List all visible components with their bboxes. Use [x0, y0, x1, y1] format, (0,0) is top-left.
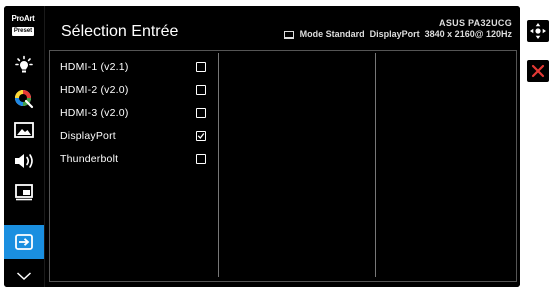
image-icon [14, 122, 34, 138]
sidebar-item-pip[interactable] [9, 178, 39, 206]
input-checkbox[interactable] [196, 108, 206, 118]
pip-icon [15, 184, 33, 201]
input-select-icon [15, 234, 33, 250]
proart-preset-logo[interactable]: ProArt Preset [9, 14, 37, 40]
page-title: Sélection Entrée [61, 23, 179, 40]
input-option[interactable]: HDMI-2 (v2.0) [50, 80, 218, 100]
input-option-label: Thunderbolt [60, 153, 119, 165]
status-mode: Mode Standard [299, 29, 365, 39]
color-icon [15, 90, 34, 109]
osd-menu: ProArt Preset Sélection Entrée ASUS PA32… [4, 6, 520, 287]
input-checkbox[interactable] [196, 154, 206, 164]
joystick-icon [530, 23, 546, 39]
checkmark-icon [197, 133, 205, 139]
logo-line2: Preset [11, 27, 35, 36]
input-list: HDMI-1 (v2.1) HDMI-2 (v2.0) HDMI-3 (v2.0… [50, 51, 218, 281]
sidebar-item-image[interactable] [9, 116, 39, 144]
brightness-icon [15, 55, 33, 73]
column-divider [218, 53, 219, 277]
close-icon [531, 64, 545, 78]
status-resolution: 3840 x 2160@ 120Hz [424, 29, 512, 39]
joystick-hint[interactable] [527, 20, 549, 42]
input-panel: HDMI-1 (v2.1) HDMI-2 (v2.0) HDMI-3 (v2.0… [49, 50, 517, 282]
input-checkbox[interactable] [196, 62, 206, 72]
sidebar: ProArt Preset [4, 6, 44, 287]
chevron-down-icon [16, 272, 32, 281]
sidebar-item-sound[interactable] [9, 147, 39, 175]
input-option[interactable]: DisplayPort [50, 126, 218, 146]
sidebar-scroll-down[interactable] [9, 262, 39, 287]
monitor-model: ASUS PA32UCG [439, 18, 512, 28]
monitor-icon [283, 30, 294, 39]
sidebar-item-color[interactable] [9, 84, 39, 112]
status-info: ASUS PA32UCG Mode Standard DisplayPort 3… [283, 18, 512, 40]
input-option-label: HDMI-1 (v2.1) [60, 61, 129, 73]
close-hint[interactable] [527, 60, 549, 82]
input-option-label: HDMI-3 (v2.0) [60, 107, 129, 119]
sidebar-item-brightness[interactable] [9, 52, 39, 80]
main-panel: Sélection Entrée ASUS PA32UCG Mode Stand… [44, 6, 520, 287]
input-checkbox[interactable] [196, 131, 206, 141]
input-option-label: DisplayPort [60, 130, 116, 142]
input-option[interactable]: HDMI-3 (v2.0) [50, 103, 218, 123]
logo-line1: ProArt [11, 14, 35, 23]
column-divider [375, 53, 376, 277]
input-option[interactable]: Thunderbolt [50, 149, 218, 169]
sidebar-item-input-select[interactable] [4, 225, 44, 259]
input-checkbox[interactable] [196, 85, 206, 95]
status-input: DisplayPort [369, 29, 420, 39]
input-option[interactable]: HDMI-1 (v2.1) [50, 57, 218, 77]
input-option-label: HDMI-2 (v2.0) [60, 84, 129, 96]
sound-icon [15, 154, 33, 168]
